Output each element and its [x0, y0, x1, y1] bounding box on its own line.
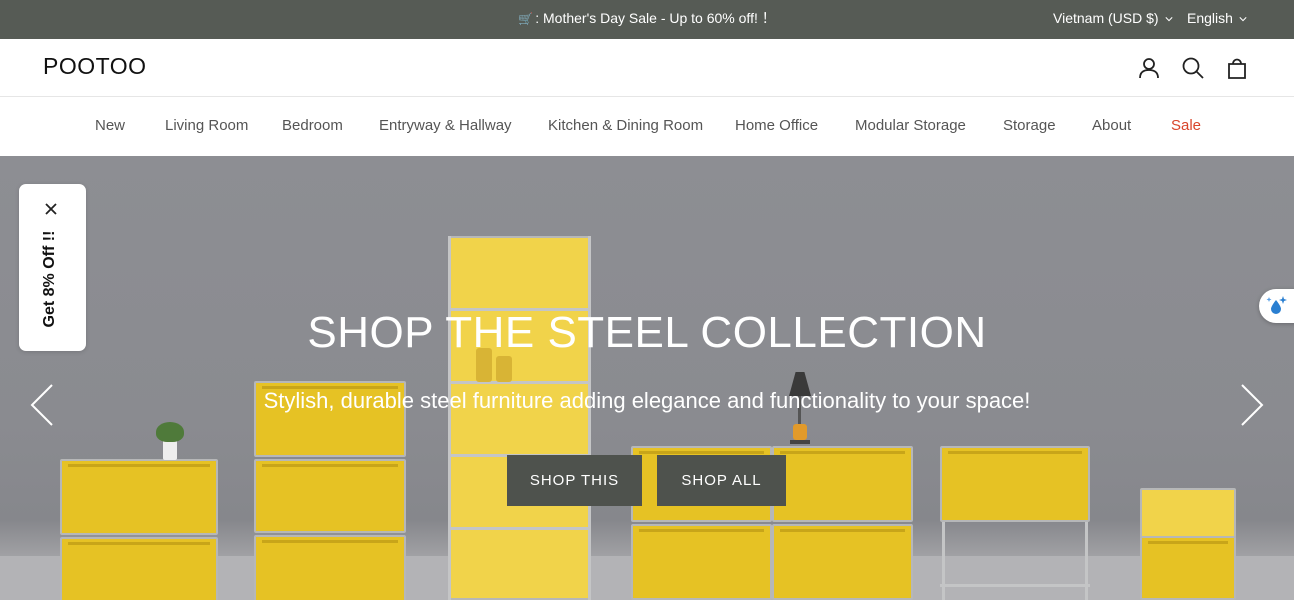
nav-item-storage[interactable]: Storage [1003, 117, 1056, 134]
close-icon[interactable] [44, 202, 58, 216]
chevron-down-icon [1239, 16, 1247, 21]
discount-label: Get 8% Off !! [41, 230, 58, 328]
search-icon[interactable] [1180, 55, 1206, 81]
nav-item-new[interactable]: New [95, 117, 125, 134]
chevron-down-icon [1164, 16, 1173, 21]
language-selector[interactable]: English [1187, 0, 1247, 37]
country-label: Vietnam (USD $) [1053, 10, 1159, 26]
country-selector[interactable]: Vietnam (USD $) [1053, 0, 1173, 37]
furniture-bookcase [448, 236, 591, 600]
discount-tab[interactable]: Get 8% Off !! [19, 184, 86, 351]
main-navigation: New Living Room Bedroom Entryway & Hallw… [0, 97, 1294, 156]
side-widget[interactable] [1259, 289, 1294, 323]
shop-all-button[interactable]: SHOP ALL [657, 455, 786, 506]
nav-item-modular-storage[interactable]: Modular Storage [855, 117, 966, 134]
account-icon[interactable] [1136, 55, 1162, 81]
furniture-cabinet-left [60, 459, 218, 600]
cart-icon[interactable] [1224, 55, 1250, 81]
language-label: English [1187, 10, 1233, 26]
announcement-bar: 🛒: Mother's Day Sale - Up to 60% off! ！ … [0, 0, 1294, 39]
shop-this-button[interactable]: SHOP THIS [507, 455, 642, 506]
nav-item-sale[interactable]: Sale [1171, 117, 1201, 134]
nav-item-home-office[interactable]: Home Office [735, 117, 818, 134]
hero-title: SHOP THE STEEL COLLECTION [307, 308, 987, 357]
nav-item-bedroom[interactable]: Bedroom [282, 117, 343, 134]
furniture-nightstand [1140, 488, 1236, 600]
sparkle-drop-icon [1266, 296, 1287, 314]
plant-pot [154, 422, 186, 462]
hero-banner: SHOP THE STEEL COLLECTION Stylish, durab… [0, 156, 1294, 600]
nav-item-living-room[interactable]: Living Room [165, 117, 248, 134]
shopping-cart-emoji-icon: 🛒 [518, 12, 534, 26]
chevron-left-icon[interactable] [28, 382, 56, 428]
nav-item-entryway-hallway[interactable]: Entryway & Hallway [379, 117, 512, 134]
logo[interactable]: POOTOO [43, 53, 147, 80]
announcement-text: : Mother's Day Sale - Up to 60% off! ！ [535, 10, 776, 26]
furniture-console [940, 446, 1090, 600]
site-header: POOTOO [0, 39, 1294, 97]
nav-item-about[interactable]: About [1092, 117, 1131, 134]
hero-subtitle: Stylish, durable steel furniture adding … [263, 388, 1031, 413]
nav-item-kitchen-dining[interactable]: Kitchen & Dining Room [548, 117, 703, 134]
chevron-right-icon[interactable] [1238, 382, 1266, 428]
